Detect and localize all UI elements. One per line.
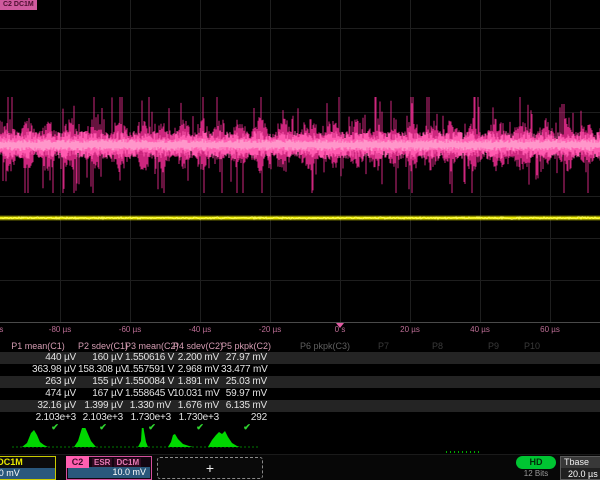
- param-header-p5[interactable]: P5 pkpk(C2): [221, 340, 267, 352]
- param-header-p4[interactable]: P4 sdev(C2): [173, 340, 219, 352]
- measurement-row-mean: 363.98 µV 158.308 µV 1.557591 V 2.968 mV…: [0, 364, 600, 376]
- trace-annotation-badge[interactable]: C2 DC1M: [0, 0, 37, 10]
- p1-mean: 363.98 µV: [0, 364, 76, 376]
- time-tick: -100 µs: [0, 325, 3, 334]
- histicon-p4: [168, 434, 193, 447]
- hd-mode-badge[interactable]: HD: [516, 456, 556, 469]
- time-tick: -20 µs: [259, 325, 281, 334]
- c1-descriptor-box[interactable]: C1 DC1M 10.0 mV: [0, 456, 56, 480]
- measurement-table: P1 mean(C1) P2 sdev(C1) P3 mean(C2) P4 s…: [0, 340, 600, 424]
- p4-value: 2.200 mV: [173, 352, 219, 364]
- p1-num: 2.103e+3: [0, 412, 76, 424]
- time-tick: 60 µs: [540, 325, 560, 334]
- time-tick: -60 µs: [119, 325, 141, 334]
- p3-sdev: 1.330 mV: [125, 400, 171, 412]
- param-header-p3[interactable]: P3 mean(C2): [125, 340, 171, 352]
- measurement-row-max: 474 µV 167 µV 1.558645 V 10.031 mV 59.97…: [0, 388, 600, 400]
- time-tick: 20 µs: [400, 325, 420, 334]
- measurement-row-value: 440 µV 160 µV 1.550616 V 2.200 mV 27.97 …: [0, 352, 600, 364]
- param-header-p9[interactable]: P9: [488, 340, 499, 352]
- timebase-value: 20.0 µs: [561, 468, 600, 480]
- time-tick: 40 µs: [470, 325, 490, 334]
- c1-flat-trace: [0, 217, 600, 219]
- p5-value: 27.97 mV: [221, 352, 267, 364]
- histicon-p5: [208, 431, 240, 447]
- p2-value: 160 µV: [78, 352, 123, 364]
- time-tick-zero: 0 s: [335, 325, 346, 334]
- p5-min: 25.03 mV: [221, 376, 267, 388]
- p1-min: 263 µV: [0, 376, 76, 388]
- param-header-p1[interactable]: P1 mean(C1): [0, 340, 76, 352]
- measurement-header-row: P1 mean(C1) P2 sdev(C1) P3 mean(C2) P4 s…: [0, 340, 600, 352]
- histicon-p2: [74, 428, 96, 447]
- add-trace-button[interactable]: +: [157, 457, 263, 479]
- time-axis: -100 µs -80 µs -60 µs -40 µs -20 µs 0 s …: [0, 323, 600, 339]
- param-header-p2[interactable]: P2 sdev(C1): [78, 340, 123, 352]
- p1-value: 440 µV: [0, 352, 76, 364]
- p5-max: 59.97 mV: [221, 388, 267, 400]
- time-tick: -80 µs: [49, 325, 71, 334]
- p1-sdev: 32.16 µV: [0, 400, 76, 412]
- p3-value: 1.550616 V: [125, 352, 171, 364]
- histicon-p3: [138, 428, 148, 447]
- p2-min: 155 µV: [78, 376, 123, 388]
- waveform-grid: C2 DC1M: [0, 0, 600, 322]
- p1-max: 474 µV: [0, 388, 76, 400]
- measurement-row-sdev: 32.16 µV 1.399 µV 1.330 mV 1.676 mV 6.13…: [0, 400, 600, 412]
- param-header-p10[interactable]: P10: [524, 340, 540, 352]
- c2-channel-chip[interactable]: C2: [66, 456, 89, 468]
- p2-mean: 158.308 µV: [78, 364, 123, 376]
- c2-noise-trace: [0, 97, 600, 193]
- param-header-p7[interactable]: P7: [378, 340, 389, 352]
- p5-mean: 33.477 mV: [221, 364, 267, 376]
- measurement-row-num: 2.103e+3 2.103e+3 1.730e+3 1.730e+3 292: [0, 412, 600, 424]
- measurement-row-min: 263 µV 155 µV 1.550084 V 1.891 mV 25.03 …: [0, 376, 600, 388]
- trace-canvas: [0, 0, 600, 322]
- p4-mean: 2.968 mV: [173, 364, 219, 376]
- p5-sdev: 6.135 mV: [221, 400, 267, 412]
- c2-scale-value: 10.0 mV: [68, 467, 150, 478]
- c1-coupling-label: C1 DC1M: [0, 457, 55, 468]
- timebase-label: Tbase: [561, 457, 600, 468]
- p2-max: 167 µV: [78, 388, 123, 400]
- descriptor-bar: C1 DC1M 10.0 mV C2 ESR DC1M 10.0 mV + HD…: [0, 454, 600, 480]
- p4-max: 10.031 mV: [173, 388, 219, 400]
- p3-mean: 1.557591 V: [125, 364, 171, 376]
- oscilloscope-screen: C2 DC1M -100 µs -80 µs -60 µs -40 µs -20…: [0, 0, 600, 480]
- time-tick: -40 µs: [189, 325, 211, 334]
- timebase-descriptor-box[interactable]: Tbase 20.0 µs: [560, 456, 600, 480]
- p2-sdev: 1.399 µV: [78, 400, 123, 412]
- p3-min: 1.550084 V: [125, 376, 171, 388]
- p3-max: 1.558645 V: [125, 388, 171, 400]
- hd-bits-label: 12 Bits: [512, 469, 560, 478]
- histicon-strip: [0, 428, 600, 456]
- histicon-p1: [22, 430, 48, 447]
- c1-scale-value: 10.0 mV: [0, 468, 55, 479]
- param-header-p6[interactable]: P6 pkpk(C3): [300, 340, 350, 352]
- param-header-p8[interactable]: P8: [432, 340, 443, 352]
- p4-sdev: 1.676 mV: [173, 400, 219, 412]
- p4-min: 1.891 mV: [173, 376, 219, 388]
